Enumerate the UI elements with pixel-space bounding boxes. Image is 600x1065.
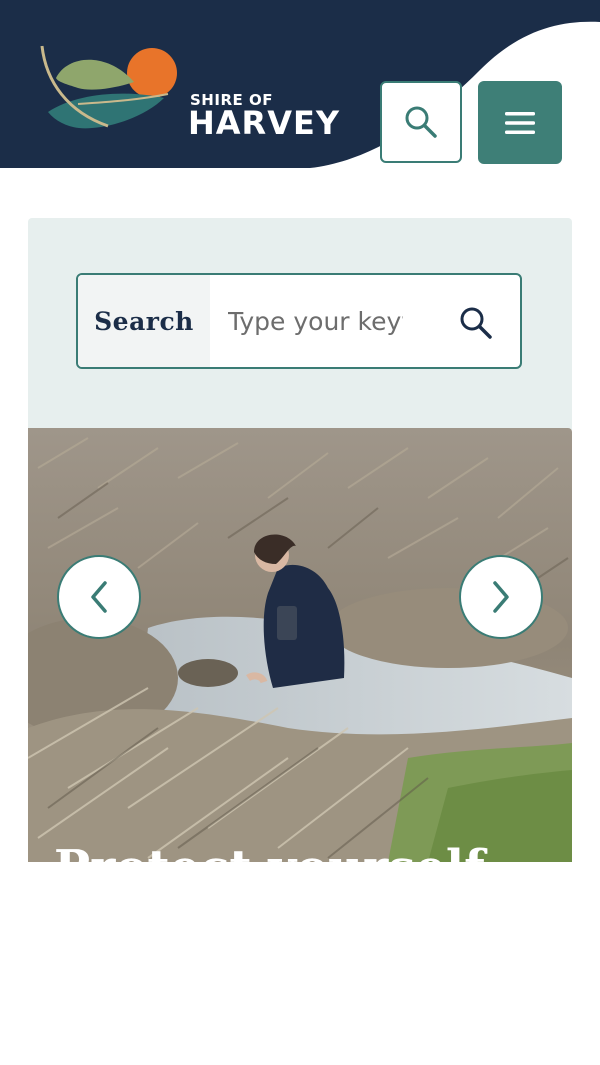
hero-caption: Protect yourself [54, 840, 572, 862]
site-header: SHIRE OF HARVEY [0, 0, 600, 168]
carousel-prev-button[interactable] [57, 555, 141, 639]
chevron-left-icon [91, 581, 107, 613]
hero-carousel: Protect yourself [28, 428, 572, 862]
search-submit-button[interactable] [450, 297, 502, 349]
chevron-right-icon [493, 581, 509, 613]
carousel-next-button[interactable] [459, 555, 543, 639]
search-label-box: Search [78, 275, 210, 367]
search-icon [405, 106, 437, 138]
search-input[interactable] [228, 293, 403, 349]
search-icon [460, 307, 492, 339]
header-search-button[interactable] [380, 81, 462, 163]
search-label: Search [94, 306, 194, 336]
site-logo[interactable]: SHIRE OF HARVEY [38, 42, 340, 142]
logo-text-harvey: HARVEY [188, 104, 340, 142]
logo-leaf-sun-icon [40, 45, 177, 129]
search-panel: Search [28, 218, 572, 430]
header-menu-button[interactable] [478, 81, 562, 164]
search-form: Search [76, 273, 522, 369]
hero-image [28, 428, 572, 862]
hamburger-menu-icon [505, 111, 535, 134]
